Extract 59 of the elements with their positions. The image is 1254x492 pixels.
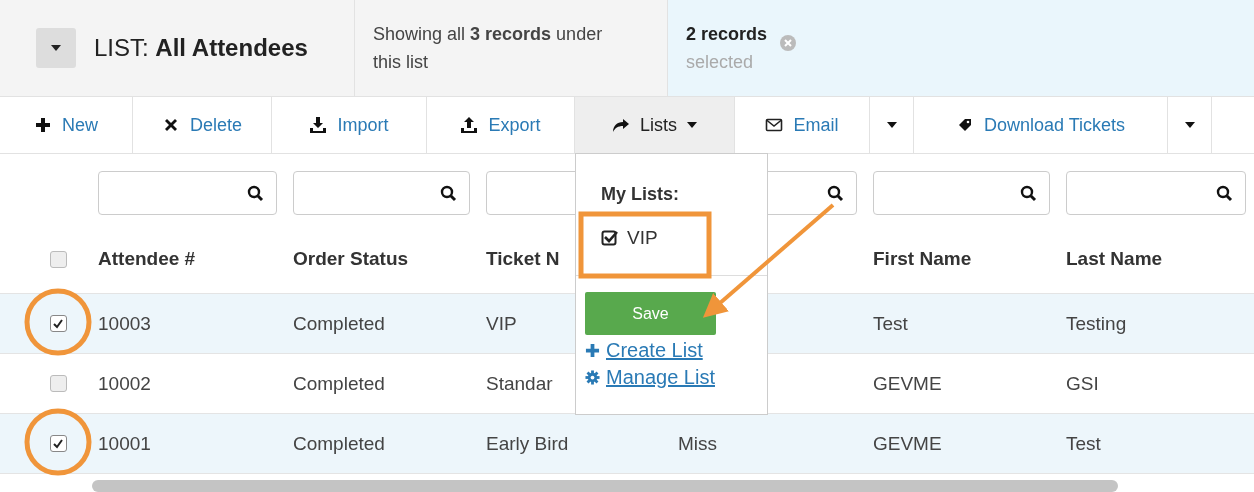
- table-cell-text: 10003: [97, 312, 151, 334]
- table-cell-text: Test: [872, 312, 908, 334]
- table-cell-text: GSI: [1065, 372, 1099, 394]
- table-cell-text: GEVME: [872, 372, 942, 394]
- annotation-circle: [24, 408, 92, 476]
- table-cell-text: 10002: [97, 372, 151, 394]
- filter-field[interactable]: [293, 171, 470, 215]
- table-cell-text: VIP: [485, 312, 517, 334]
- selected-count: 2 records: [686, 23, 768, 46]
- plus-icon: [585, 343, 600, 358]
- checkbox[interactable]: [49, 250, 67, 268]
- search-icon: [1020, 184, 1037, 202]
- import-icon: [309, 116, 328, 134]
- caret-icon: [1184, 122, 1195, 128]
- search-icon: [1216, 184, 1233, 202]
- table-cell-text: Early Bird: [485, 432, 569, 454]
- checkbox[interactable]: [49, 435, 67, 452]
- column-header[interactable]: Attendee #: [90, 248, 196, 269]
- gear-icon: [585, 370, 600, 385]
- search-icon: [247, 184, 264, 202]
- caret-icon: [886, 122, 897, 128]
- menu-heading: My Lists:: [601, 184, 680, 205]
- table-cell-text: 10001: [97, 432, 151, 454]
- annotation-circle: [24, 288, 92, 356]
- list-menu-button[interactable]: [36, 28, 76, 68]
- table-cell-text: Testing: [1065, 312, 1127, 334]
- table-cell-text: Completed: [292, 432, 385, 454]
- column-header[interactable]: Order Status: [285, 248, 409, 269]
- filter-field[interactable]: [873, 171, 1050, 215]
- table-row[interactable]: 10001 Completed Early Bird Miss GEVME Test: [0, 414, 1254, 474]
- table-cell-text: Test: [1065, 432, 1101, 454]
- scrollbar[interactable]: [92, 480, 1118, 492]
- checkbox[interactable]: [49, 315, 67, 332]
- filter-field[interactable]: [1066, 171, 1246, 215]
- selected-label: selected: [686, 51, 755, 74]
- envelope-icon: [765, 116, 784, 134]
- clear-selection-icon[interactable]: [779, 34, 798, 52]
- column-header[interactable]: Last Name: [1058, 248, 1163, 269]
- export-icon: [460, 116, 479, 134]
- records-summary: Showing all 3 records under this list: [373, 23, 604, 74]
- caret-icon: [687, 122, 697, 128]
- column-header[interactable]: First Name: [865, 248, 972, 269]
- list-title: LIST: All Attendees: [94, 34, 308, 62]
- table-cell-text: Completed: [292, 372, 385, 394]
- search-icon: [440, 184, 457, 202]
- column-header[interactable]: Ticket N: [478, 248, 560, 269]
- table-cell-text: Standar: [485, 372, 553, 394]
- caret-icon: [50, 44, 62, 52]
- plus-icon: [34, 116, 52, 134]
- share-icon: [612, 116, 630, 134]
- toolbar-button[interactable]: Lists: [575, 97, 735, 153]
- menu-link[interactable]: Manage List: [606, 366, 715, 389]
- filter-field[interactable]: [98, 171, 277, 215]
- table-cell-text: Completed: [292, 312, 385, 334]
- table-cell-text: Miss: [677, 432, 718, 454]
- table-cell-text: GEVME: [872, 432, 942, 454]
- search-icon: [827, 184, 844, 202]
- list-option[interactable]: VIP: [601, 227, 759, 249]
- checkbox[interactable]: [49, 375, 67, 392]
